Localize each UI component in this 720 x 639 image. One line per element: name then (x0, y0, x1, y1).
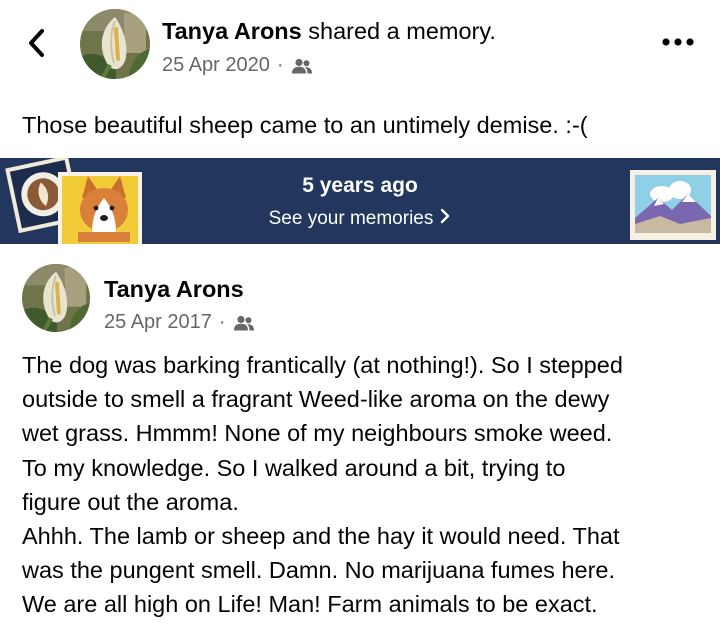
post-body-line: The dog was barking frantically (at noth… (22, 352, 623, 378)
meta-separator: · (218, 311, 226, 333)
more-options-button[interactable] (660, 34, 696, 50)
post-body: The dog was barking frantically (at noth… (22, 348, 712, 622)
header-title: Tanya Arons shared a memory. (162, 18, 496, 45)
post-date[interactable]: 25 Apr 2020 (162, 54, 270, 77)
chevron-right-icon (439, 208, 451, 230)
header-meta: 25 Apr 2020 · (162, 54, 313, 77)
post-body-line: was the pungent smell. Damn. No marijuan… (22, 557, 616, 584)
post-body-line: To my knowledge. So I walked around a bi… (22, 454, 566, 481)
calla-lily-avatar-image (80, 9, 150, 79)
post-body-line: wet grass. Hmmm! None of my neighbours s… (22, 420, 613, 447)
calla-lily-avatar-image (22, 264, 90, 332)
more-horizontal-icon (662, 38, 694, 46)
memories-illustration-left (5, 158, 142, 244)
post-body-line: We are all high on Life! Man! Farm anima… (22, 591, 598, 618)
memory-banner-title: 5 years ago (302, 174, 418, 197)
see-memories-label: See your memories (268, 208, 434, 229)
see-memories-link[interactable]: See your memories (0, 208, 720, 230)
chevron-left-icon (29, 29, 44, 57)
action-text: shared a memory. (308, 18, 496, 44)
post-body-line: figure out the aroma. (22, 488, 239, 515)
original-post-date[interactable]: 25 Apr 2017 (104, 311, 212, 334)
author-name[interactable]: Tanya Arons (162, 18, 302, 44)
original-author-avatar[interactable] (22, 264, 90, 332)
memory-banner[interactable]: 5 years ago See your memories (0, 158, 720, 244)
memories-illustration-right (630, 170, 716, 240)
post-body-line: Ahhh. The lamb or sheep and the hay it w… (22, 523, 620, 550)
original-post-meta: 25 Apr 2017 · (104, 311, 255, 334)
original-author-name[interactable]: Tanya Arons (104, 276, 244, 303)
author-avatar[interactable] (80, 9, 150, 79)
original-post: Tanya Arons 25 Apr 2017 · The dog was ba… (0, 244, 720, 639)
friends-icon (291, 58, 312, 73)
friends-icon (233, 315, 254, 330)
post-body-line: outside to smell a fragrant Weed-like ar… (22, 386, 610, 413)
post-header: Tanya Arons shared a memory. 25 Apr 2020… (0, 0, 720, 90)
shared-caption: Those beautiful sheep came to an untimel… (22, 112, 588, 138)
meta-separator: · (276, 54, 284, 76)
back-button[interactable] (22, 26, 52, 60)
